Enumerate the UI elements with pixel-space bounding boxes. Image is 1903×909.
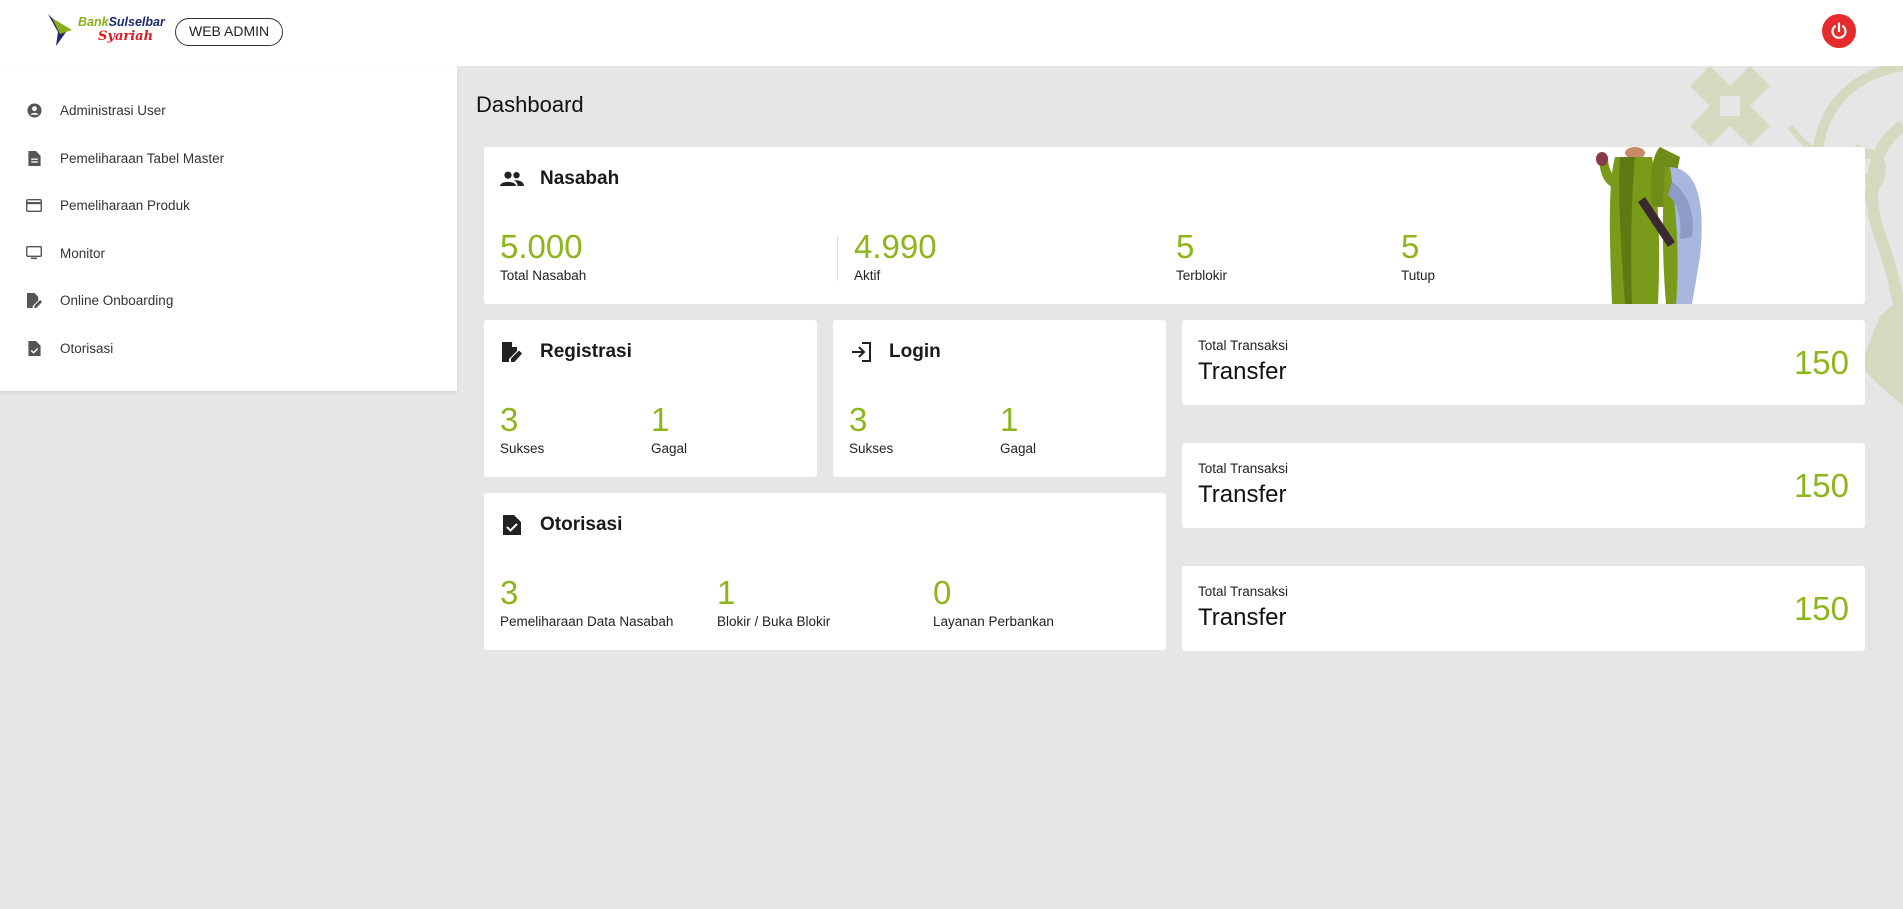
transaction-title: Transfer	[1198, 604, 1287, 631]
edit-document-icon	[500, 340, 524, 364]
login-title: Login	[889, 341, 941, 362]
registrasi-card: Registrasi 3 Sukses 1 Gagal	[484, 320, 817, 477]
nasabah-header: Nasabah	[500, 167, 619, 191]
stat-value: 5.000	[500, 228, 583, 265]
web-admin-badge: WEB ADMIN	[175, 18, 284, 46]
stat-label: Aktif	[854, 268, 881, 283]
stat-login-gagal: 1 Gagal	[1000, 401, 1037, 457]
edit-document-icon	[26, 292, 42, 308]
stat-value: 1	[717, 574, 736, 611]
sidebar-item-pemeliharaan-produk[interactable]: Pemeliharaan Produk	[0, 190, 457, 220]
power-icon	[1831, 22, 1847, 39]
transaction-value: 150	[1793, 467, 1849, 504]
page-title: Dashboard	[476, 92, 584, 117]
transaction-subtitle: Total Transaksi	[1198, 584, 1289, 599]
stat-label: Sukses	[849, 441, 894, 456]
stat-registrasi-sukses: 3 Sukses	[500, 401, 545, 457]
transaction-value: 150	[1793, 590, 1849, 627]
stat-layanan-perbankan: 0 Layanan Perbankan	[933, 574, 1054, 630]
stat-total-nasabah: 5.000 Total Nasabah	[500, 228, 587, 284]
logout-button[interactable]	[1822, 14, 1856, 48]
credit-card-icon	[26, 197, 42, 213]
stat-value: 3	[500, 401, 519, 438]
stat-terblokir: 5 Terblokir	[1176, 228, 1228, 284]
stat-label: Pemeliharaan Data Nasabah	[500, 614, 674, 629]
stat-label: Blokir / Buka Blokir	[717, 614, 831, 629]
sidebar-item-label: Otorisasi	[60, 340, 114, 356]
stat-value: 5	[1176, 228, 1195, 265]
login-icon	[849, 340, 873, 364]
stat-pemeliharaan-data-nasabah: 3 Pemeliharaan Data Nasabah	[500, 574, 674, 630]
stat-value: 3	[500, 574, 519, 611]
approve-document-icon	[26, 340, 42, 356]
transaction-title: Transfer	[1198, 358, 1287, 385]
bank-logo[interactable]: BankSulselbar Syariah	[46, 12, 171, 50]
transaction-card: Total Transaksi Transfer 150	[1182, 320, 1865, 405]
stat-label: Tutup	[1401, 268, 1436, 283]
transaction-subtitle: Total Transaksi	[1198, 461, 1289, 476]
stat-blokir-buka-blokir: 1 Blokir / Buka Blokir	[717, 574, 831, 630]
stat-value: 4.990	[854, 228, 937, 265]
stat-value: 3	[849, 401, 868, 438]
sidebar-item-pemeliharaan-tabel-master[interactable]: Pemeliharaan Tabel Master	[0, 143, 457, 173]
login-card: Login 3 Sukses 1 Gagal	[833, 320, 1166, 477]
document-icon	[26, 150, 42, 166]
sidebar-item-online-onboarding[interactable]: Online Onboarding	[0, 285, 457, 315]
sidebar-item-label: Pemeliharaan Produk	[60, 197, 190, 213]
nasabah-title: Nasabah	[540, 168, 620, 189]
stat-divider	[837, 235, 838, 281]
transaction-value: 150	[1793, 344, 1849, 381]
stat-label: Terblokir	[1176, 268, 1228, 283]
transaction-card: Total Transaksi Transfer 150	[1182, 443, 1865, 528]
sidebar-item-label: Administrasi User	[60, 102, 166, 118]
stat-label: Sukses	[500, 441, 545, 456]
otorisasi-card: Otorisasi 3 Pemeliharaan Data Nasabah 1 …	[484, 493, 1166, 650]
sidebar-item-label: Monitor	[60, 245, 106, 261]
stat-tutup: 5 Tutup	[1401, 228, 1436, 284]
stat-aktif: 4.990 Aktif	[854, 228, 937, 284]
sidebar-item-administrasi-user[interactable]: Administrasi User	[0, 95, 457, 125]
stat-value: 5	[1401, 228, 1420, 265]
otorisasi-title: Otorisasi	[540, 514, 623, 535]
otorisasi-header: Otorisasi	[500, 513, 622, 537]
stat-label: Gagal	[651, 441, 688, 456]
stat-value: 1	[1000, 401, 1019, 438]
sidebar-item-monitor[interactable]: Monitor	[0, 238, 457, 268]
sidebar-item-label: Online Onboarding	[60, 292, 174, 308]
stat-registrasi-gagal: 1 Gagal	[651, 401, 688, 457]
customers-illustration	[1596, 147, 1702, 304]
login-header: Login	[849, 340, 941, 364]
registrasi-title: Registrasi	[540, 341, 632, 362]
user-circle-icon	[26, 102, 42, 118]
sidebar-item-otorisasi[interactable]: Otorisasi	[0, 333, 457, 363]
people-icon	[500, 167, 524, 191]
sidebar-item-label: Pemeliharaan Tabel Master	[60, 150, 225, 166]
stat-label: Total Nasabah	[500, 268, 587, 283]
approve-document-icon	[500, 513, 524, 537]
registrasi-header: Registrasi	[500, 340, 632, 364]
stat-label: Gagal	[1000, 441, 1037, 456]
brand-subname: Syariah	[98, 29, 154, 44]
transaction-subtitle: Total Transaksi	[1198, 338, 1289, 353]
transaction-title: Transfer	[1198, 481, 1287, 508]
stat-value: 1	[651, 401, 670, 438]
sidebar: Administrasi User Pemeliharaan Tabel Mas…	[0, 66, 457, 391]
stat-label: Layanan Perbankan	[933, 614, 1054, 629]
stat-value: 0	[933, 574, 952, 611]
top-bar: BankSulselbar Syariah WEB ADMIN	[0, 0, 1903, 66]
stat-login-sukses: 3 Sukses	[849, 401, 894, 457]
transaction-card: Total Transaksi Transfer 150	[1182, 566, 1865, 651]
brand-name: BankSulselbar	[78, 15, 165, 29]
monitor-icon	[26, 245, 42, 261]
logo-mark-icon	[48, 14, 72, 46]
